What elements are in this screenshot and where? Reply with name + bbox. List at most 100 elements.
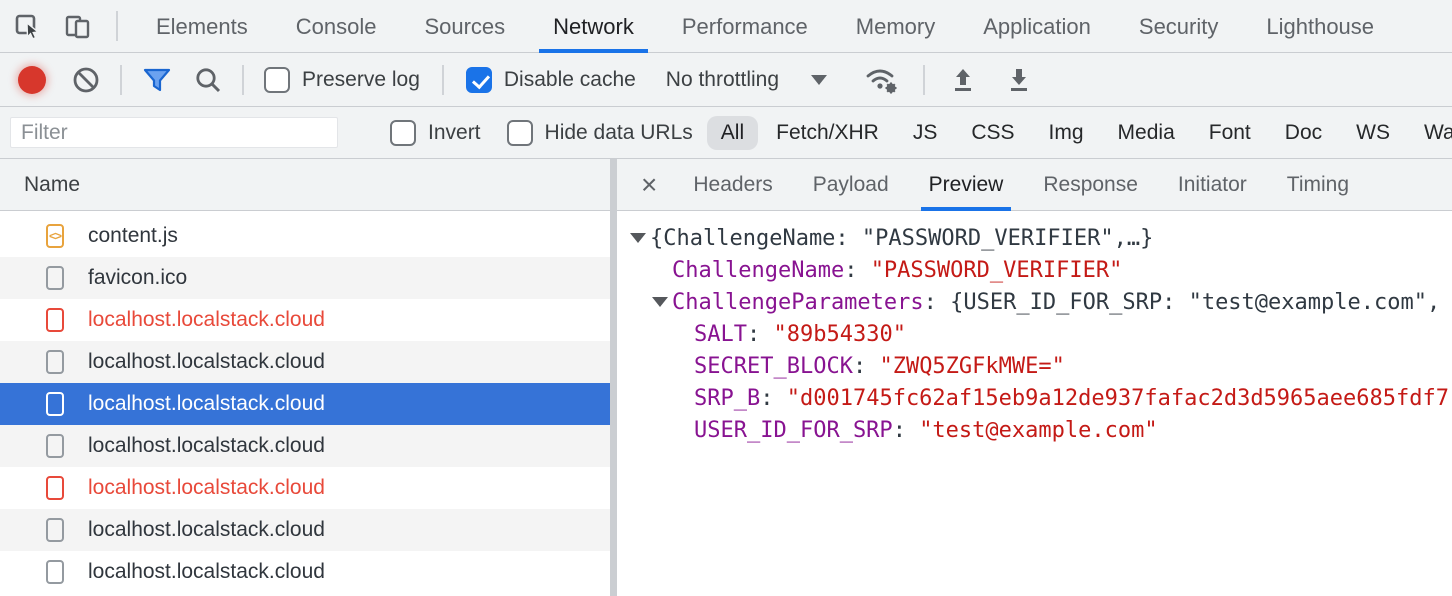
request-row[interactable]: localhost.localstack.cloud [0,341,610,383]
detail-tab-payload[interactable]: Payload [793,159,909,211]
request-name: localhost.localstack.cloud [88,518,325,542]
inspect-element-button[interactable] [14,12,42,40]
type-filter-js[interactable]: JS [911,116,940,150]
import-har-button[interactable] [949,66,977,94]
detail-tab-preview[interactable]: Preview [909,159,1024,211]
detail-tab-bar: × HeadersPayloadPreviewResponseInitiator… [617,159,1452,211]
name-header-label: Name [24,173,80,197]
divider [120,65,122,95]
preview-line-text: SRP_B: "d001745fc62af15eb9a12de937fafac2… [694,386,1449,411]
expand-arrow-icon[interactable] [630,233,650,243]
request-name: favicon.ico [88,266,187,290]
detail-tabs: HeadersPayloadPreviewResponseInitiatorTi… [673,159,1369,210]
request-doc-icon [46,392,64,416]
json-plain-segment: {ChallengeName: "PASSWORD_VERIFIER",…} [650,226,1153,251]
type-filter-css[interactable]: CSS [969,116,1016,150]
preview-line: ChallengeParameters: {USER_ID_FOR_SRP: "… [617,286,1452,318]
type-filter-media[interactable]: Media [1116,116,1177,150]
json-key-segment: SALT [694,322,747,347]
request-row[interactable]: localhost.localstack.cloud [0,425,610,467]
json-preview-tree: {ChallengeName: "PASSWORD_VERIFIER",…} C… [617,211,1452,596]
panel-tab-performance[interactable]: Performance [658,0,832,53]
filter-input[interactable] [10,117,338,148]
type-filter-font[interactable]: Font [1207,116,1253,150]
detail-tab-response[interactable]: Response [1023,159,1158,211]
record-network-log-button[interactable] [18,66,46,94]
panel-splitter-scrollbar[interactable] [610,159,617,596]
json-key-segment: SRP_B [694,386,760,411]
request-row[interactable]: localhost.localstack.cloud [0,467,610,509]
request-row[interactable]: <> content.js [0,215,610,257]
network-filter-bar: Invert Hide data URLs AllFetch/XHRJSCSSI… [0,107,1452,159]
panel-tab-application[interactable]: Application [959,0,1115,53]
panel-tab-lighthouse[interactable]: Lighthouse [1242,0,1398,53]
request-rows: <> content.js favicon.ico localhost.loca… [0,211,610,593]
download-icon [1005,66,1033,94]
close-detail-button[interactable]: × [625,171,673,199]
json-plain-segment: : [844,258,871,283]
hide-data-urls-label: Hide data URLs [545,121,693,145]
throttling-select[interactable]: No throttling [666,68,779,92]
request-name: localhost.localstack.cloud [88,476,325,500]
upload-icon [949,66,977,94]
type-filter-all[interactable]: All [707,116,758,150]
detail-tab-timing[interactable]: Timing [1267,159,1369,211]
request-doc-icon [46,560,64,584]
clear-icon [72,66,100,94]
preview-line-text: USER_ID_FOR_SRP: "test@example.com" [694,418,1158,443]
panel-tab-memory[interactable]: Memory [832,0,959,53]
request-row[interactable]: localhost.localstack.cloud [0,551,610,593]
request-name: content.js [88,224,178,248]
json-string-segment: "test@example.com" [919,418,1157,443]
json-key-segment: USER_ID_FOR_SRP [694,418,893,443]
type-filter-ws[interactable]: WS [1354,116,1392,150]
type-filter-fetch-xhr[interactable]: Fetch/XHR [774,116,881,150]
expand-arrow-icon[interactable] [652,297,672,307]
divider [116,11,118,41]
preview-line: SALT: "89b54330" [617,318,1452,350]
panel-tab-sources[interactable]: Sources [400,0,529,53]
preserve-log-checkbox[interactable] [264,67,290,93]
request-name: localhost.localstack.cloud [88,308,325,332]
detail-tab-headers[interactable]: Headers [673,159,792,211]
request-row[interactable]: localhost.localstack.cloud [0,509,610,551]
request-row[interactable]: localhost.localstack.cloud [0,299,610,341]
throttling-caret-icon[interactable] [811,75,827,85]
detail-tab-initiator[interactable]: Initiator [1158,159,1267,211]
json-plain-segment: : [853,354,880,379]
filter-toggle-button[interactable] [142,66,172,94]
export-har-button[interactable] [1005,66,1033,94]
request-type-filters: AllFetch/XHRJSCSSImgMediaFontDocWSWasmMa… [707,116,1452,150]
request-doc-icon [46,518,64,542]
panel-tabs: ElementsConsoleSourcesNetworkPerformance… [132,0,1398,52]
disable-cache-checkbox[interactable] [466,67,492,93]
type-filter-doc[interactable]: Doc [1283,116,1324,150]
request-doc-icon [46,266,64,290]
request-name: localhost.localstack.cloud [88,560,325,584]
hide-data-urls-checkbox[interactable] [507,120,533,146]
network-conditions-button[interactable] [865,65,899,95]
type-filter-img[interactable]: Img [1047,116,1086,150]
type-filter-wasm[interactable]: Wasm [1422,116,1452,150]
preview-line: SRP_B: "d001745fc62af15eb9a12de937fafac2… [617,382,1452,414]
panel-tab-security[interactable]: Security [1115,0,1242,53]
clear-network-log-button[interactable] [72,66,100,94]
json-plain-segment: : {USER_ID_FOR_SRP: "test@example.com", [924,290,1441,315]
panel-tab-console[interactable]: Console [272,0,401,53]
request-row[interactable]: localhost.localstack.cloud [0,383,610,425]
request-doc-icon [46,350,64,374]
panel-tab-elements[interactable]: Elements [132,0,272,53]
name-column-header[interactable]: Name [0,159,610,211]
json-key-segment: ChallengeParameters [672,290,924,315]
preview-line: {ChallengeName: "PASSWORD_VERIFIER",…} [617,222,1452,254]
panel-tab-network[interactable]: Network [529,0,658,53]
request-doc-icon [46,434,64,458]
json-string-segment: "PASSWORD_VERIFIER" [871,258,1123,283]
request-name: localhost.localstack.cloud [88,392,325,416]
close-icon: × [641,169,657,200]
toggle-device-toolbar-button[interactable] [64,12,94,40]
request-name: localhost.localstack.cloud [88,434,325,458]
search-button[interactable] [194,66,222,94]
request-row[interactable]: favicon.ico [0,257,610,299]
invert-checkbox[interactable] [390,120,416,146]
